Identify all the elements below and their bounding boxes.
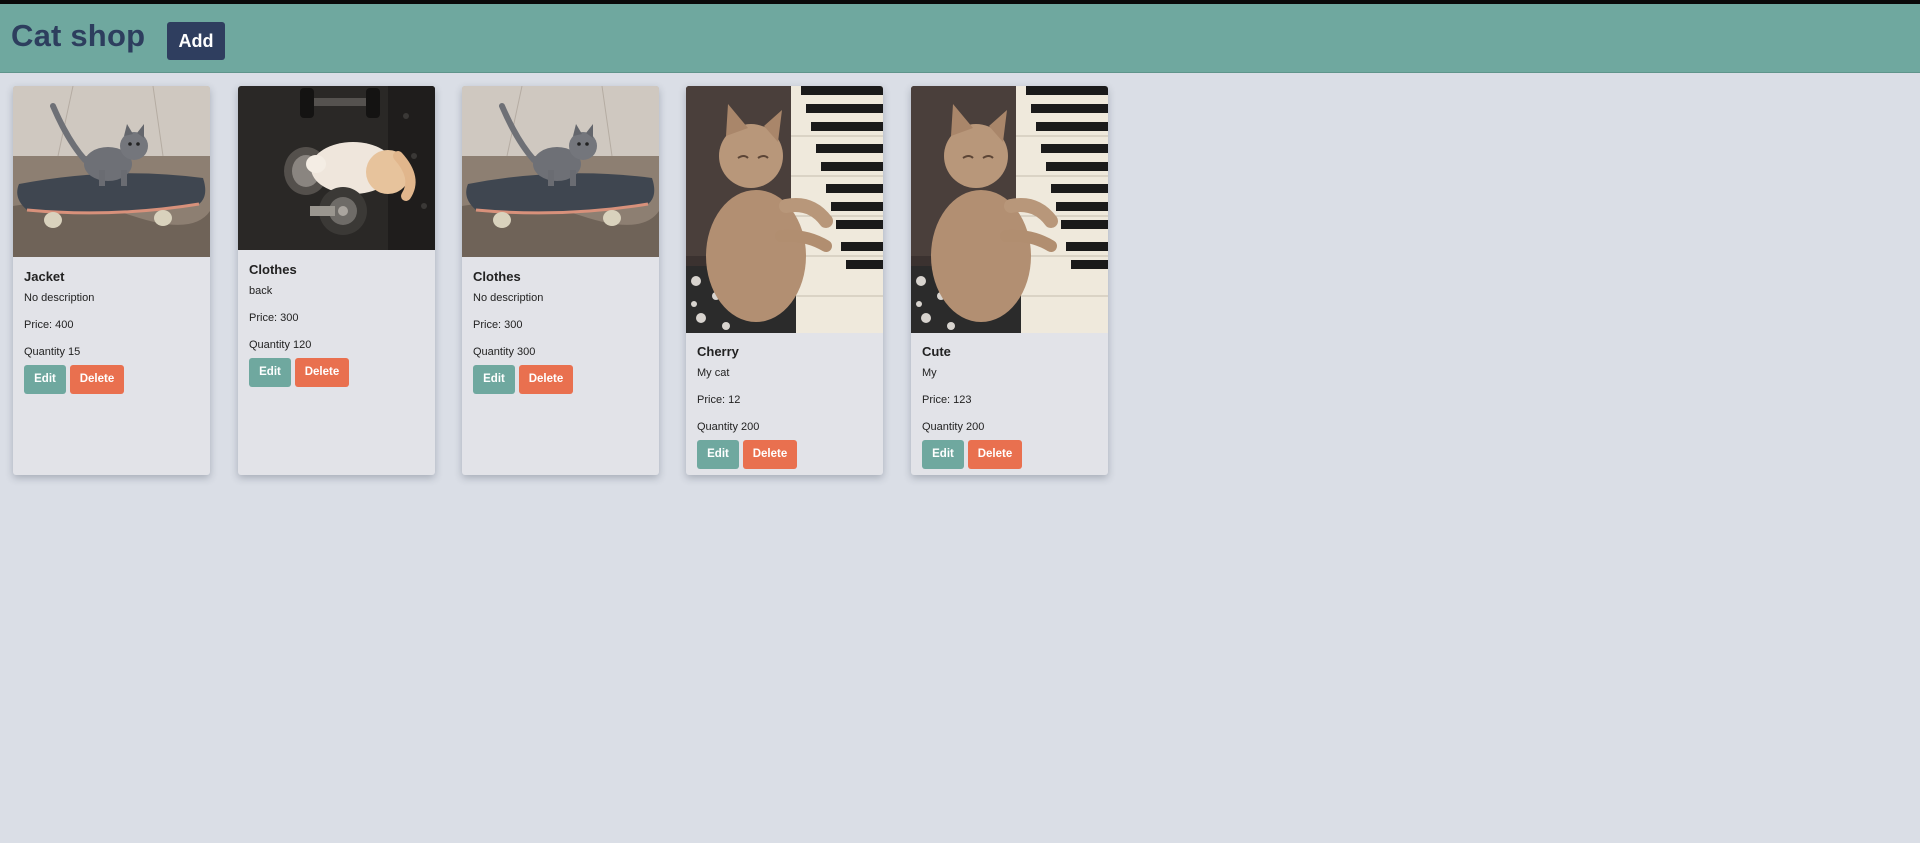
- product-quantity: Quantity 200: [922, 421, 985, 433]
- product-price: Price: 123: [922, 394, 972, 406]
- product-description: No description: [473, 292, 544, 304]
- product-card: Clothes No description Price: 300 Quanti…: [462, 86, 659, 475]
- product-title: Cute: [922, 344, 951, 359]
- product-card: Cute My Price: 123 Quantity 200 Edit Del…: [911, 86, 1108, 475]
- kitten-skateboard-photo: [462, 86, 659, 257]
- product-description: My: [922, 367, 937, 379]
- product-description: My cat: [697, 367, 730, 379]
- add-button[interactable]: Add: [167, 22, 225, 60]
- product-quantity: Quantity 15: [24, 346, 81, 358]
- product-image: [686, 86, 883, 333]
- product-price: Price: 400: [24, 319, 74, 331]
- delete-button[interactable]: Delete: [743, 440, 797, 469]
- product-card: Clothes back Price: 300 Quantity 120 Edi…: [238, 86, 435, 475]
- product-description: back: [249, 285, 273, 297]
- product-price: Price: 300: [473, 319, 523, 331]
- delete-button[interactable]: Delete: [968, 440, 1022, 469]
- product-quantity: Quantity 200: [697, 421, 760, 433]
- edit-button[interactable]: Edit: [249, 358, 291, 387]
- product-quantity: Quantity 300: [473, 346, 536, 358]
- product-quantity: Quantity 120: [249, 339, 312, 351]
- brand-title: Cat shop: [11, 18, 146, 53]
- edit-button[interactable]: Edit: [922, 440, 964, 469]
- product-price: Price: 12: [697, 394, 741, 406]
- product-image: [13, 86, 210, 257]
- product-title: Clothes: [473, 269, 521, 284]
- product-title: Jacket: [24, 269, 65, 284]
- product-title: Cherry: [697, 344, 739, 359]
- product-card: Cherry My cat Price: 12 Quantity 200 Edi…: [686, 86, 883, 475]
- delete-button[interactable]: Delete: [295, 358, 349, 387]
- edit-button[interactable]: Edit: [473, 365, 515, 394]
- product-price: Price: 300: [249, 312, 299, 324]
- product-image: [911, 86, 1108, 333]
- app-header: Cat shop Add: [0, 4, 1920, 73]
- product-description: No description: [24, 292, 95, 304]
- kitten-dumbbell-photo: [238, 86, 435, 250]
- edit-button[interactable]: Edit: [24, 365, 66, 394]
- product-image: [238, 86, 435, 250]
- delete-button[interactable]: Delete: [519, 365, 573, 394]
- edit-button[interactable]: Edit: [697, 440, 739, 469]
- delete-button[interactable]: Delete: [70, 365, 124, 394]
- kitten-piano-photo: [686, 86, 883, 333]
- kitten-skateboard-photo: [13, 86, 210, 257]
- product-image: [462, 86, 659, 257]
- kitten-piano-photo: [911, 86, 1108, 333]
- product-title: Clothes: [249, 262, 297, 277]
- product-card: Jacket No description Price: 400 Quantit…: [13, 86, 210, 475]
